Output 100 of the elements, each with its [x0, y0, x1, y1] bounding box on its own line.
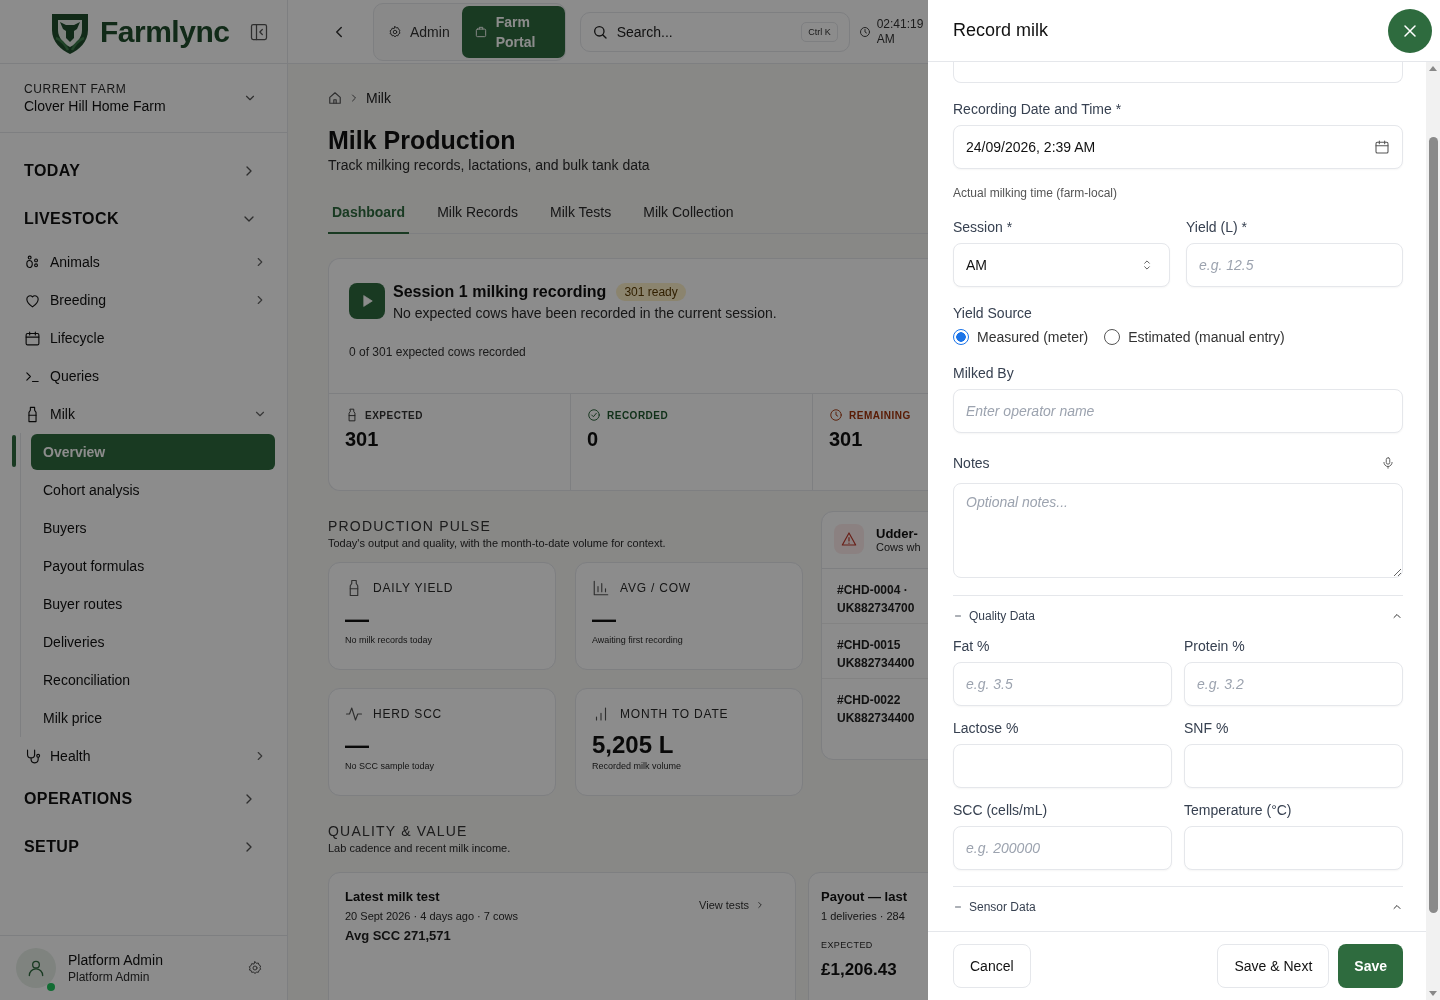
- farm-name: Clover Hill Home Farm: [24, 98, 167, 114]
- radio-option[interactable]: Estimated (manual entry): [1104, 329, 1285, 345]
- action-button[interactable]: Save & Next: [1217, 944, 1330, 988]
- input-field[interactable]: [953, 744, 1172, 788]
- section-toggle[interactable]: Quality Data: [953, 606, 1403, 626]
- field-hint: Actual milking time (farm-local): [953, 186, 1119, 200]
- clock-icon: [829, 408, 843, 422]
- action-button[interactable]: Cancel: [953, 944, 1031, 988]
- nav-subitem[interactable]: Buyer routes: [31, 586, 275, 622]
- field-label: Temperature (°C): [1184, 801, 1293, 820]
- search-field[interactable]: [953, 62, 1403, 83]
- alert-subtitle: Cows wh: [876, 540, 921, 553]
- tab[interactable]: Milk Records: [433, 196, 523, 234]
- session-select[interactable]: AM: [953, 243, 1170, 287]
- clock-time: 02:41:19 AM: [876, 16, 925, 47]
- status-badge: 301 ready: [616, 283, 686, 301]
- session-description: No expected cows have been recorded in the current session.: [393, 305, 777, 321]
- stethoscope-icon: [24, 747, 41, 765]
- nav-section-header[interactable]: OPERATIONS: [0, 775, 287, 823]
- input-field[interactable]: e.g. 3.2: [1184, 662, 1403, 706]
- section-heading: PRODUCTION PULSE: [328, 517, 492, 535]
- nav-subitem[interactable]: Deliveries: [31, 624, 275, 660]
- nav-item[interactable]: Milk: [0, 395, 287, 433]
- action-button[interactable]: Save: [1338, 944, 1403, 988]
- view-tests-link[interactable]: View tests: [699, 897, 765, 913]
- nav-section-header[interactable]: LIVESTOCK: [0, 195, 287, 243]
- calendar-icon: [24, 329, 41, 347]
- card-meta: 20 Sept 2026 · 4 days ago · 7 cows: [345, 910, 519, 922]
- paw-icon: [24, 253, 41, 271]
- mode-tab[interactable]: Admin: [380, 5, 462, 58]
- metric-value: —: [345, 731, 370, 759]
- warning-icon: [834, 524, 864, 554]
- tab[interactable]: Dashboard: [328, 196, 410, 234]
- stat-label: REMAINING: [849, 409, 911, 421]
- brand-name: Farmlync: [100, 14, 230, 49]
- field-label: Notes: [953, 454, 990, 473]
- check-circle-icon: [587, 408, 601, 422]
- alert-title: Udder-: [876, 525, 919, 541]
- tab[interactable]: Milk Collection: [639, 196, 738, 234]
- collapse-sidebar-button[interactable]: [249, 21, 269, 42]
- stat-value: 301: [829, 428, 864, 451]
- field-label: Milked By: [953, 364, 1015, 383]
- shortcut-hint: Ctrl K: [801, 21, 838, 42]
- metric-value: —: [592, 605, 617, 633]
- tab[interactable]: Milk Tests: [546, 196, 616, 234]
- nav-subitem[interactable]: Overview: [31, 434, 275, 470]
- settings-button[interactable]: [247, 960, 263, 976]
- nav-subitem[interactable]: Buyers: [31, 510, 275, 546]
- section-description: Today's output and quality, with the month-to-date volume for context.: [328, 537, 666, 549]
- metric-note: No SCC sample today: [345, 761, 436, 771]
- close-button[interactable]: [1388, 8, 1432, 53]
- stat-value: 301: [345, 428, 380, 451]
- settings-icon: [247, 960, 263, 976]
- nav-item[interactable]: Queries: [0, 357, 287, 395]
- nav-section-header[interactable]: TODAY: [0, 147, 287, 195]
- nav-subitem[interactable]: Milk price: [31, 700, 275, 736]
- input-field[interactable]: [1184, 744, 1403, 788]
- date-time-field[interactable]: 24/09/2026, 2:39 AM: [953, 125, 1403, 169]
- bottle-icon: [345, 408, 359, 422]
- field-label: SCC (cells/mL): [953, 801, 1049, 820]
- metric-label: DAILY YIELD: [373, 581, 454, 595]
- field-label: Session *: [953, 218, 1014, 237]
- session-title: Session 1 milking recording: [393, 283, 607, 301]
- card-meta: 1 deliveries · 284: [821, 910, 906, 922]
- nav-item[interactable]: Animals: [0, 243, 287, 281]
- notes-field[interactable]: Optional notes...: [953, 483, 1403, 578]
- section-heading: QUALITY & VALUE: [328, 822, 468, 840]
- nav-item[interactable]: Lifecycle: [0, 319, 287, 357]
- bar-chart-icon: [592, 579, 610, 597]
- scrollbar[interactable]: [1426, 62, 1440, 1000]
- nav-subitem[interactable]: Reconciliation: [31, 662, 275, 698]
- page-subtitle: Track milking records, lactations, and bulk tank data: [328, 156, 651, 174]
- nav-subitem[interactable]: Cohort analysis: [31, 472, 275, 508]
- nav-item[interactable]: Health: [0, 737, 287, 775]
- input-field[interactable]: e.g. 200000: [953, 826, 1172, 870]
- mode-tab[interactable]: Farm Portal: [461, 5, 565, 58]
- field-label: Yield Source: [953, 304, 1033, 323]
- animal-id: UK882734700: [837, 600, 916, 617]
- input-field[interactable]: [1184, 826, 1403, 870]
- radio-option[interactable]: Measured (meter): [953, 329, 1089, 345]
- input-field[interactable]: e.g. 12.5: [1186, 243, 1403, 287]
- briefcase-icon: [473, 24, 488, 39]
- animal-tag: #CHD-0022: [837, 691, 928, 709]
- nav-item[interactable]: Breeding: [0, 281, 287, 319]
- nav-section-header[interactable]: SETUP: [0, 823, 287, 871]
- microphone-icon[interactable]: [1381, 456, 1395, 470]
- chevron-right-icon: [755, 900, 765, 910]
- metric-note: No milk records today: [345, 635, 434, 645]
- page-title: Milk Production: [328, 125, 517, 156]
- field-label: Protein %: [1184, 637, 1246, 656]
- animal-id: UK882734400: [837, 710, 916, 727]
- input-field[interactable]: Enter operator name: [953, 389, 1403, 433]
- play-button[interactable]: [349, 283, 385, 319]
- nav-subitem[interactable]: Payout formulas: [31, 548, 275, 584]
- animal-tag: #CHD-0004 ·: [837, 581, 928, 599]
- home-icon[interactable]: [328, 91, 342, 105]
- field-label: SNF %: [1184, 719, 1230, 738]
- section-toggle[interactable]: Sensor Data: [953, 897, 1403, 917]
- input-field[interactable]: e.g. 3.5: [953, 662, 1172, 706]
- metric-note: Recorded milk volume: [592, 761, 683, 771]
